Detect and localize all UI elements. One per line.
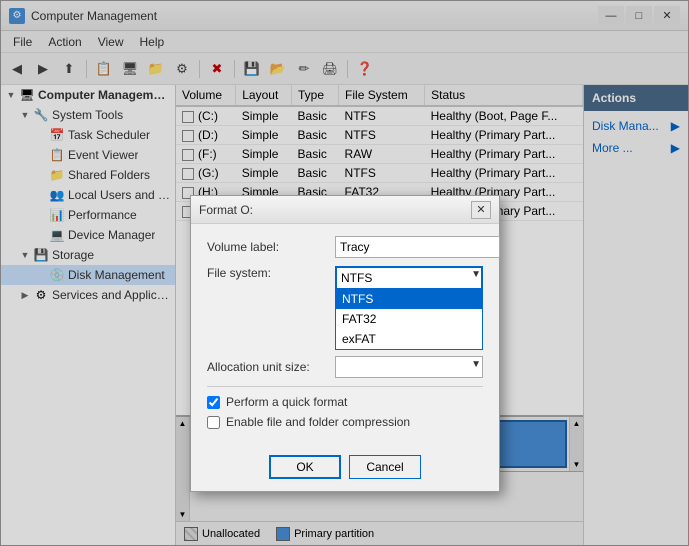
dialog-separator — [207, 386, 483, 387]
allocation-row: Allocation unit size: ▼ — [207, 356, 483, 378]
dropdown-list: NTFS FAT32 exFAT — [335, 288, 483, 350]
modal-overlay: Format O: ✕ Volume label: File system: N… — [0, 0, 689, 546]
ok-button[interactable]: OK — [269, 455, 341, 479]
compression-checkbox[interactable] — [207, 416, 220, 429]
option-exfat[interactable]: exFAT — [336, 329, 482, 349]
file-system-selected[interactable]: NTFS — [335, 266, 483, 288]
allocation-dropdown[interactable]: ▼ — [335, 356, 483, 378]
file-system-label: File system: — [207, 266, 327, 280]
volume-label-input[interactable] — [335, 236, 500, 258]
quick-format-label[interactable]: Perform a quick format — [226, 395, 347, 409]
quick-format-row: Perform a quick format — [207, 395, 483, 409]
volume-label-row: Volume label: — [207, 236, 483, 258]
selected-fs-value: NTFS — [341, 271, 372, 285]
format-dialog: Format O: ✕ Volume label: File system: N… — [190, 195, 500, 492]
dialog-close-button[interactable]: ✕ — [471, 201, 491, 219]
allocation-selected[interactable] — [335, 356, 483, 378]
option-ntfs[interactable]: NTFS — [336, 289, 482, 309]
dialog-buttons: OK Cancel — [191, 447, 499, 491]
compression-row: Enable file and folder compression — [207, 415, 483, 429]
compression-label[interactable]: Enable file and folder compression — [226, 415, 410, 429]
file-system-row: File system: NTFS ▼ NTFS FAT32 exFAT — [207, 266, 483, 288]
dialog-title-bar: Format O: ✕ — [191, 196, 499, 224]
dialog-body: Volume label: File system: NTFS ▼ NTFS F… — [191, 224, 499, 447]
option-fat32[interactable]: FAT32 — [336, 309, 482, 329]
cancel-button[interactable]: Cancel — [349, 455, 421, 479]
volume-label-text: Volume label: — [207, 240, 327, 254]
file-system-dropdown[interactable]: NTFS ▼ NTFS FAT32 exFAT — [335, 266, 483, 288]
quick-format-checkbox[interactable] — [207, 396, 220, 409]
allocation-label: Allocation unit size: — [207, 360, 327, 374]
dialog-title: Format O: — [199, 203, 253, 217]
